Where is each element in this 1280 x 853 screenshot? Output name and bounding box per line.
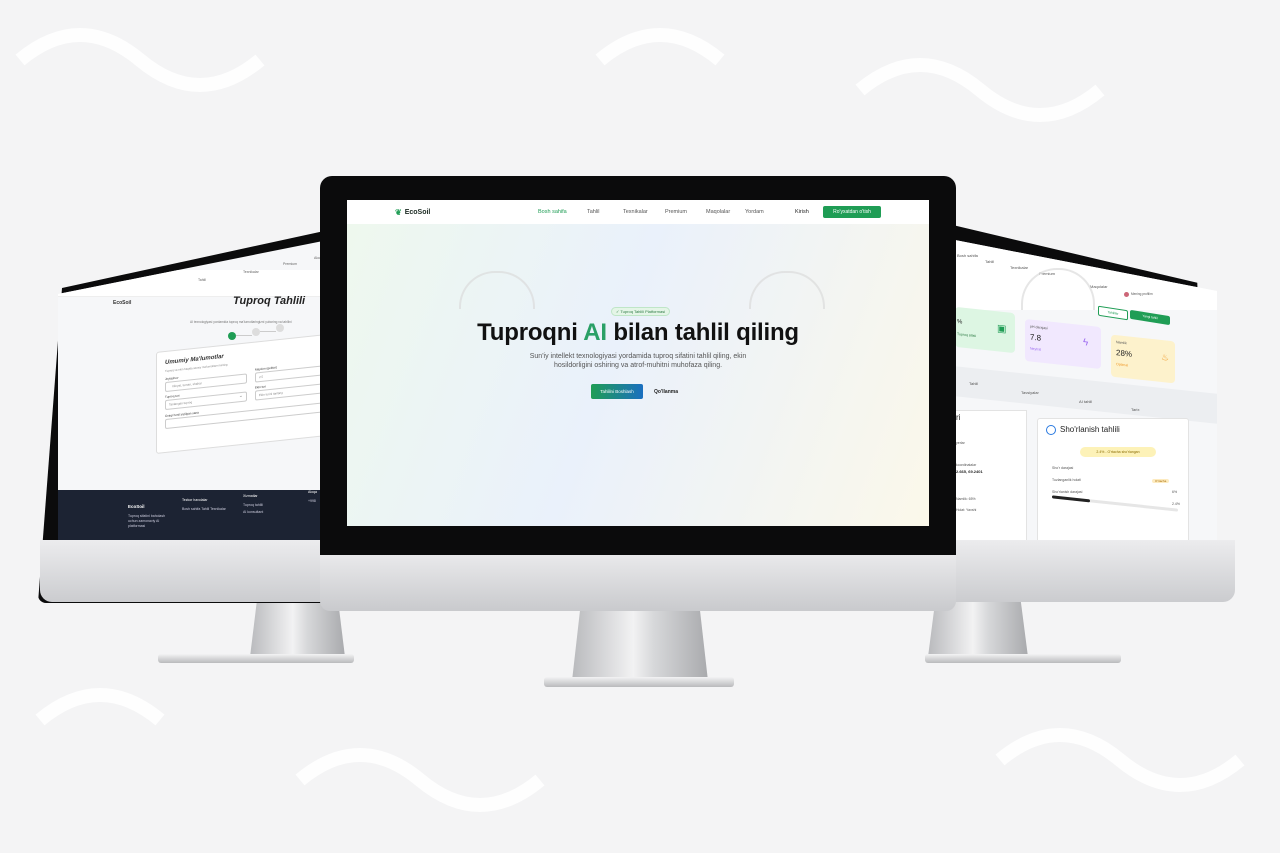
leaf-icon: ❦ [395, 208, 402, 217]
hero-section: ✓ Tuproq Tahlili Platformasi Tuproqni AI… [347, 224, 929, 526]
center-monitor-foot [544, 677, 734, 687]
hero-title-ai: AI [583, 319, 607, 346]
center-monitor-neck [572, 609, 708, 681]
guide-button[interactable]: Qo'llanma [654, 389, 678, 395]
nav-techniques[interactable]: Texnikalar [623, 209, 648, 215]
center-monitor-chin [320, 555, 956, 611]
hero-subtitle-line: Sun'iy intellekt texnologiyasi yordamida… [529, 353, 747, 360]
nav-articles[interactable]: Maqolalar [706, 209, 730, 215]
center-monitor: ❦ EcoSoil Bosh sahifa Tahlil Texnikalar … [0, 0, 1280, 853]
register-button[interactable]: Ro'yxatdan o'tish [823, 206, 881, 218]
hero-title: Tuproqni AI bilan tahlil qiling [347, 319, 929, 347]
nav-premium[interactable]: Premium [665, 209, 687, 215]
nav-help[interactable]: Yordam [745, 209, 764, 215]
ecosoil-logo[interactable]: ❦ EcoSoil [395, 208, 430, 217]
hero-title-part: bilan tahlil qiling [606, 319, 799, 346]
nav-analysis[interactable]: Tahlil [587, 209, 600, 215]
main-nav: ❦ EcoSoil Bosh sahifa Tahlil Texnikalar … [347, 200, 929, 225]
nav-home[interactable]: Bosh sahifa [538, 209, 567, 215]
decorative-arch [749, 271, 825, 309]
hero-title-part: Tuproqni [477, 319, 584, 346]
hero-subtitle: Sun'iy intellekt texnologiyasi yordamida… [447, 352, 829, 370]
center-screen: ❦ EcoSoil Bosh sahifa Tahlil Texnikalar … [347, 200, 929, 526]
platform-badge: ✓ Tuproq Tahlili Platformasi [611, 307, 671, 316]
hero-subtitle-line: hosildorligini oshiring va atrof-muhitni… [553, 362, 723, 369]
start-analysis-button[interactable]: Tahlilni Boshlash [591, 384, 643, 399]
decorative-arch [459, 271, 535, 309]
login-link[interactable]: Kirish [795, 209, 809, 215]
logo-text: EcoSoil [404, 209, 431, 216]
